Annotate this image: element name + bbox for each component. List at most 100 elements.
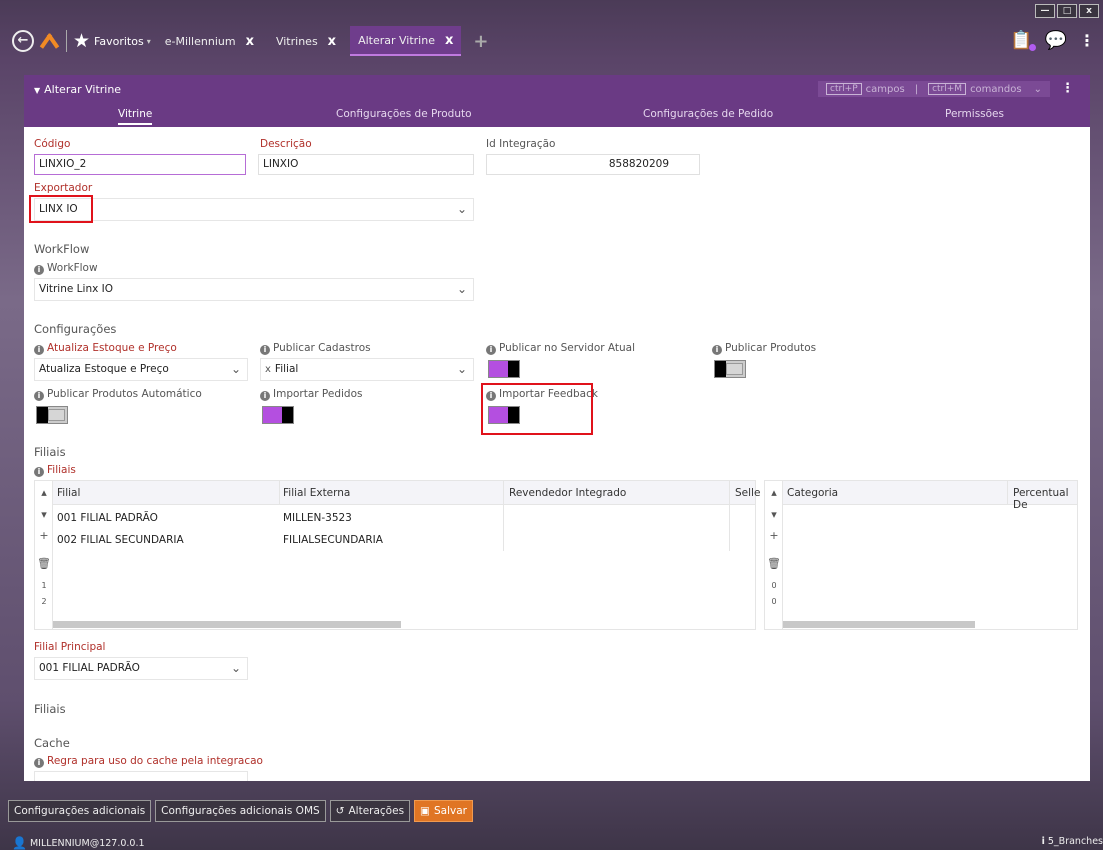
sort-down-icon[interactable]: ▾	[765, 508, 783, 521]
tab-config-pedido[interactable]: Configurações de Pedido	[643, 108, 773, 120]
info-icon: i	[34, 345, 44, 355]
cell-filial-externa[interactable]: MILLEN-3523	[283, 512, 352, 524]
exportador-select[interactable]: LINX IO ⌄	[34, 198, 474, 221]
trash-icon[interactable]: 🗑	[765, 557, 783, 570]
workflow-value: Vitrine Linx IO	[39, 283, 114, 295]
chevron-down-icon: ⌄	[456, 282, 467, 296]
publicar-auto-label: i Publicar Produtos Automático	[34, 388, 202, 401]
filial-principal-select[interactable]: 001 FILIAL PADRÃO ⌄	[34, 657, 248, 680]
branches-text: 5_Branches	[1047, 836, 1103, 847]
horizontal-scrollbar[interactable]	[783, 621, 975, 628]
info-icon: i	[34, 467, 44, 477]
column-header-revendedor[interactable]: Revendedor Integrado	[509, 487, 626, 499]
window-controls: — □ x	[1035, 4, 1099, 18]
panel-menu-icon[interactable]: ⋮	[1061, 81, 1074, 96]
add-row-icon[interactable]: +	[765, 529, 783, 542]
shortcut-key: ctrl+P	[826, 83, 862, 95]
publicar-cadastros-select[interactable]: x Filial ⌄	[260, 358, 474, 381]
atualiza-label: i Atualiza Estoque e Preço	[34, 342, 177, 355]
info-icon: i	[260, 391, 270, 401]
publicar-auto-toggle[interactable]	[36, 406, 68, 424]
config-adicionais-oms-button[interactable]: Configurações adicionais OMS	[155, 800, 326, 822]
trash-icon[interactable]: 🗑	[35, 557, 53, 570]
info-icon: i	[712, 345, 722, 355]
close-tab-icon[interactable]: x	[445, 33, 453, 48]
more-options-icon[interactable]: ⋮	[1079, 31, 1095, 50]
publicar-servidor-toggle[interactable]	[488, 360, 520, 378]
column-header-filial[interactable]: Filial	[57, 487, 80, 499]
maximize-button[interactable]: □	[1057, 4, 1077, 18]
cell-filial[interactable]: 002 FILIAL SECUNDARIA	[57, 534, 184, 546]
user-icon: 👤	[12, 836, 27, 850]
top-right-tools: 📋 💬 ⋮	[1010, 30, 1095, 51]
tab-e-millennium[interactable]: e-Millennium x	[157, 26, 262, 56]
column-header-seller[interactable]: Selle	[735, 487, 760, 499]
column-divider	[279, 481, 280, 505]
filial-principal-label: Filial Principal	[34, 641, 106, 653]
remove-chip-icon[interactable]: x	[265, 364, 271, 375]
codigo-label: Código	[34, 138, 71, 150]
alteracoes-button[interactable]: ↺ Alterações	[329, 800, 411, 822]
info-icon: i	[34, 758, 44, 768]
sort-down-icon[interactable]: ▾	[35, 508, 53, 521]
column-header-filial-externa[interactable]: Filial Externa	[283, 487, 350, 499]
id-integracao-input[interactable]: 858820209	[486, 154, 700, 175]
info-icon: i	[486, 345, 496, 355]
back-icon[interactable]: ←	[12, 30, 34, 52]
add-tab-icon[interactable]: +	[473, 31, 488, 52]
publicar-produtos-toggle[interactable]	[714, 360, 746, 378]
tab-alterar-vitrine[interactable]: Alterar Vitrine x	[350, 26, 462, 56]
cache-select[interactable]	[34, 771, 248, 781]
atualiza-select[interactable]: Atualiza Estoque e Preço ⌄	[34, 358, 248, 381]
add-row-icon[interactable]: +	[35, 529, 53, 542]
cache-label: i Regra para uso do cache pela integracao	[34, 755, 263, 768]
tab-config-produto[interactable]: Configurações de Produto	[336, 108, 472, 120]
collapse-icon[interactable]: ▼	[34, 86, 40, 95]
panel-tabs: Vitrine Configurações de Produto Configu…	[24, 107, 1090, 127]
filiais-section-title: Filiais	[34, 445, 66, 459]
close-tab-icon[interactable]: x	[328, 34, 336, 49]
app-logo	[39, 31, 60, 51]
tab-vitrines[interactable]: Vitrines x	[268, 26, 344, 56]
minimize-button[interactable]: —	[1035, 4, 1055, 18]
sort-up-icon[interactable]: ▴	[35, 486, 53, 499]
cell-filial[interactable]: 001 FILIAL PADRÃO	[57, 512, 158, 524]
column-header-percentual[interactable]: Percentual De	[1013, 487, 1077, 511]
horizontal-scrollbar[interactable]	[53, 621, 401, 628]
config-section-title: Configurações	[34, 322, 117, 336]
tab-vitrine[interactable]: Vitrine	[118, 108, 153, 125]
panel-title[interactable]: ▼ Alterar Vitrine	[34, 83, 121, 96]
close-tab-icon[interactable]: x	[246, 34, 254, 49]
salvar-button[interactable]: ▣ Salvar	[414, 800, 473, 822]
chevron-down-icon[interactable]: ⌄	[1034, 84, 1042, 95]
tab-permissoes[interactable]: Permissões	[945, 108, 1004, 120]
filiais-grid: ▴ ▾ + 🗑 1 2 Filial Filial Externa Revend…	[34, 480, 760, 630]
info-icon: i	[34, 391, 44, 401]
workflow-select[interactable]: Vitrine Linx IO ⌄	[34, 278, 474, 301]
importar-pedidos-toggle[interactable]	[262, 406, 294, 424]
publicar-servidor-label: i Publicar no Servidor Atual	[486, 342, 635, 355]
tab-label: Alterar Vitrine	[358, 33, 435, 47]
codigo-input[interactable]: LINXIO_2	[34, 154, 246, 175]
shortcut-key: ctrl+M	[928, 83, 967, 95]
status-branches[interactable]: i 5_Branches	[1042, 836, 1103, 847]
favorites-menu[interactable]: ★ Favoritos ▾	[73, 30, 151, 52]
sort-up-icon[interactable]: ▴	[765, 486, 783, 499]
info-icon: i	[260, 345, 270, 355]
chat-icon[interactable]: 💬	[1045, 30, 1067, 51]
config-adicionais-button[interactable]: Configurações adicionais	[8, 800, 152, 822]
column-divider	[1007, 481, 1008, 505]
clipboard-check-icon[interactable]: 📋	[1010, 30, 1036, 51]
panel-header: ▼ Alterar Vitrine ctrl+P campos | ctrl+M …	[24, 75, 1090, 127]
divider	[66, 30, 67, 52]
exportador-label: Exportador	[34, 182, 93, 194]
descricao-input[interactable]: LINXIO	[258, 154, 474, 175]
shortcut-label: campos	[865, 83, 905, 95]
panel-body: Código LINXIO_2 Descrição LINXIO Id Inte…	[24, 127, 1090, 781]
categoria-grid: ▴ ▾ + 🗑 0 0 Categoria Percentual De	[764, 480, 1078, 630]
toggle-knob	[715, 361, 726, 377]
close-window-button[interactable]: x	[1079, 4, 1099, 18]
column-header-categoria[interactable]: Categoria	[787, 487, 838, 499]
user-text: MILLENNIUM@127.0.0.1	[29, 837, 145, 849]
cell-filial-externa[interactable]: FILIALSECUNDARIA	[283, 534, 383, 546]
